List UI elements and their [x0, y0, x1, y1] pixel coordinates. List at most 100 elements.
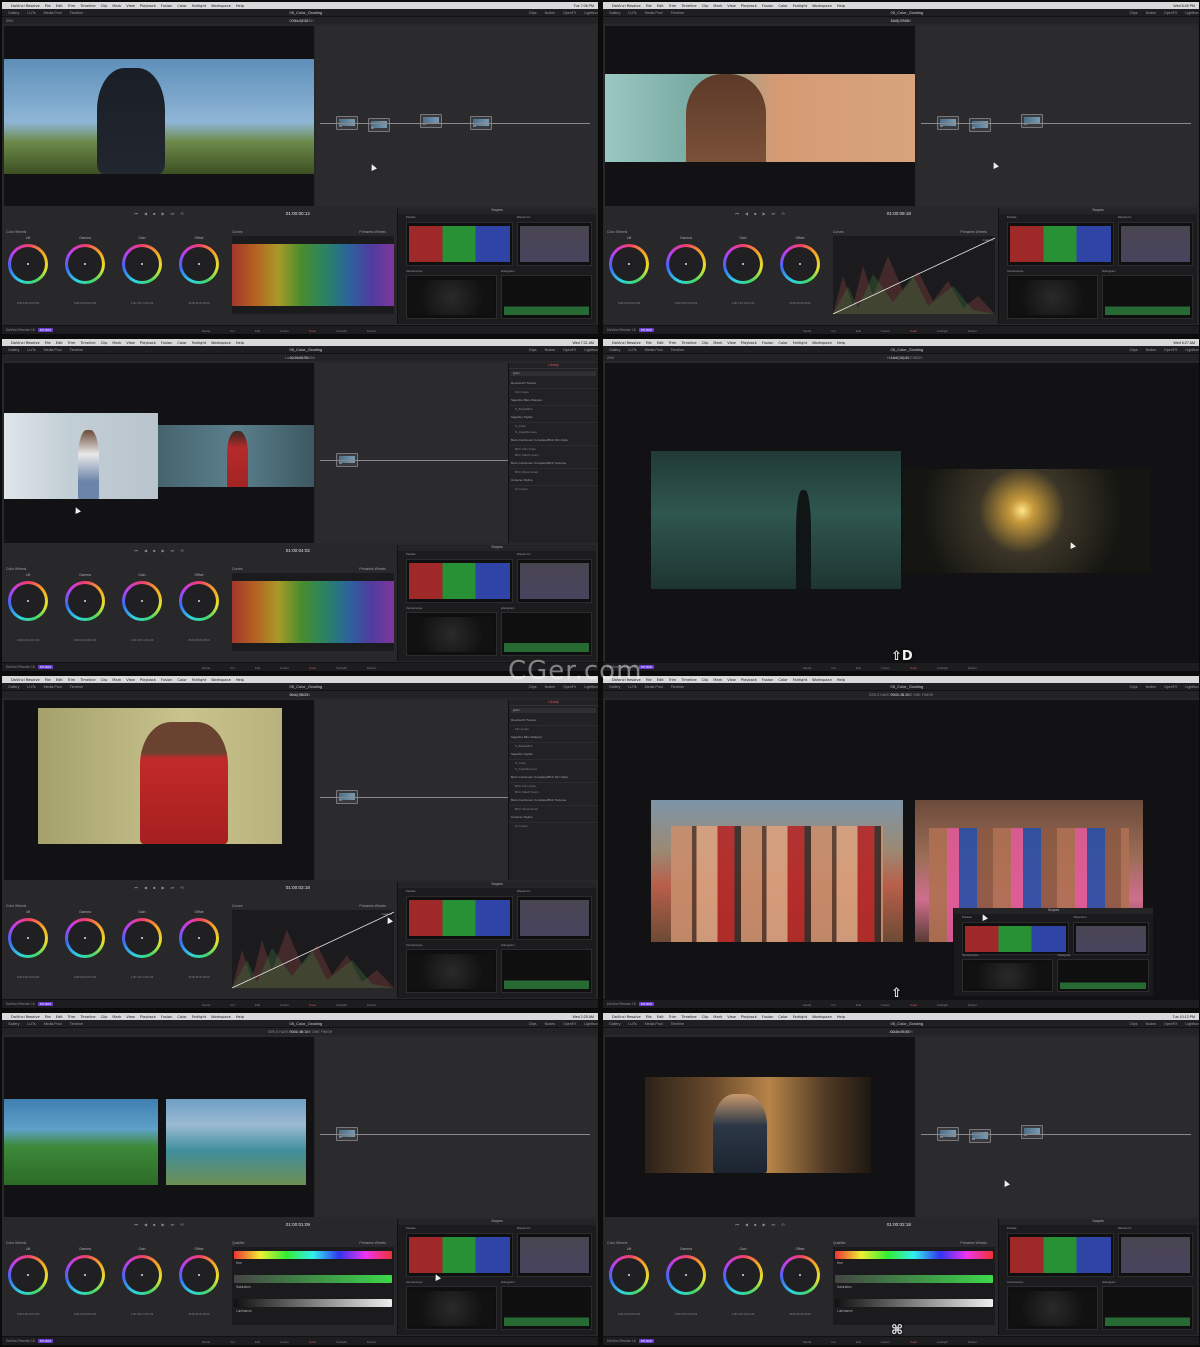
- menu-item[interactable]: DaVinci Resolve: [612, 4, 641, 8]
- menu-item[interactable]: Edit: [56, 1015, 63, 1019]
- transport-button[interactable]: ⏭: [772, 1222, 776, 1227]
- menu-item[interactable]: Help: [837, 341, 845, 345]
- page-tab-color[interactable]: Color: [309, 329, 316, 333]
- library-category[interactable]: Sapphire Stylize: [509, 412, 598, 423]
- wheel-puck[interactable]: [141, 1274, 143, 1276]
- menu-item[interactable]: Playback: [140, 4, 156, 8]
- menu-item[interactable]: Color: [177, 4, 186, 8]
- transport-button[interactable]: ⏮: [134, 885, 138, 890]
- scope-parade[interactable]: [1006, 1233, 1114, 1278]
- menu-item[interactable]: Playback: [741, 341, 757, 345]
- toolbar-button[interactable]: Nodes: [545, 1022, 555, 1026]
- wheel-puck[interactable]: [628, 1274, 630, 1276]
- toolbar-button[interactable]: Media Pool: [44, 11, 62, 15]
- menu-item[interactable]: Help: [236, 1015, 244, 1019]
- toolbar-button[interactable]: LUTs: [27, 11, 35, 15]
- scope-histogram[interactable]: [1057, 959, 1149, 993]
- page-tab-deliver[interactable]: Deliver: [367, 1003, 376, 1007]
- color-wheel-gain[interactable]: [723, 1255, 763, 1295]
- toolbar-button[interactable]: Clips: [529, 1022, 537, 1026]
- page-tab-cut[interactable]: Cut: [230, 1003, 235, 1007]
- transport-button[interactable]: ⟲: [180, 885, 183, 890]
- page-tab-color[interactable]: Color: [309, 666, 316, 670]
- menu-item[interactable]: Fairlight: [192, 341, 206, 345]
- page-tab-fairlight[interactable]: Fairlight: [937, 666, 948, 670]
- transport-button[interactable]: ⏭: [171, 885, 175, 890]
- color-wheel-gain[interactable]: [122, 244, 162, 284]
- toolbar-button[interactable]: Lightbox: [1185, 348, 1199, 352]
- toolbar-button[interactable]: Lightbox: [584, 348, 598, 352]
- curves-graph[interactable]: Custom: [232, 910, 394, 988]
- transport-button[interactable]: ▶: [763, 211, 766, 216]
- color-wheel-gain[interactable]: [122, 918, 162, 958]
- toolbar-button[interactable]: Gallery: [609, 348, 620, 352]
- toolbar-button[interactable]: Media Pool: [44, 1022, 62, 1026]
- zoom-level[interactable]: 39%: [6, 19, 13, 23]
- page-tab-fairlight[interactable]: Fairlight: [336, 1003, 347, 1007]
- color-node[interactable]: 03: [1021, 114, 1043, 128]
- page-tab-edit[interactable]: Edit: [255, 329, 260, 333]
- library-category[interactable]: Boris Continuum Complete/BCC Textures: [509, 795, 598, 806]
- color-node[interactable]: 03: [1021, 1125, 1043, 1139]
- transport-button[interactable]: ⏮: [134, 548, 138, 553]
- scope-vectorscope[interactable]: [1006, 275, 1098, 320]
- transport-button[interactable]: ⏮: [735, 211, 739, 216]
- menu-item[interactable]: Playback: [741, 1015, 757, 1019]
- page-tab-media[interactable]: Media: [803, 1340, 811, 1344]
- wheel-puck[interactable]: [141, 263, 143, 265]
- scope-parade[interactable]: [1006, 222, 1114, 267]
- page-tab-edit[interactable]: Edit: [856, 1340, 861, 1344]
- color-wheel-gamma[interactable]: [65, 244, 105, 284]
- menu-item[interactable]: View: [126, 678, 135, 682]
- menu-item[interactable]: File: [646, 678, 652, 682]
- menu-item[interactable]: File: [45, 341, 51, 345]
- menu-item[interactable]: Fairlight: [793, 678, 807, 682]
- toolbar-button[interactable]: LUTs: [628, 11, 636, 15]
- viewer[interactable]: [4, 700, 314, 880]
- menu-item[interactable]: Help: [837, 1015, 845, 1019]
- transport-button[interactable]: ⏭: [171, 211, 175, 216]
- menu-item[interactable]: Trim: [68, 341, 76, 345]
- toolbar-button[interactable]: Clips: [1130, 11, 1138, 15]
- scope-histogram[interactable]: [500, 1286, 593, 1331]
- toolbar-button[interactable]: Clips: [529, 348, 537, 352]
- curves-graph[interactable]: Custom: [833, 236, 995, 314]
- menu-item[interactable]: Mark: [112, 1015, 121, 1019]
- page-tab-fusion[interactable]: Fusion: [280, 329, 289, 333]
- page-tab-fusion[interactable]: Fusion: [280, 1003, 289, 1007]
- node-editor[interactable]: 01: [316, 1037, 596, 1217]
- toolbar-button[interactable]: OpenFX: [563, 1022, 576, 1026]
- menu-item[interactable]: Edit: [657, 1015, 664, 1019]
- library-category[interactable]: Boris Continuum Complete/BCC Textures: [509, 458, 598, 469]
- scope-histogram[interactable]: [500, 275, 593, 320]
- hue-vs-hue-curve[interactable]: [232, 581, 394, 643]
- page-tab-color[interactable]: Color: [309, 1003, 316, 1007]
- wheel-puck[interactable]: [84, 937, 86, 939]
- toolbar-button[interactable]: Nodes: [545, 348, 555, 352]
- toolbar-button[interactable]: OpenFX: [563, 348, 576, 352]
- page-tab-media[interactable]: Media: [803, 1003, 811, 1007]
- toolbar-button[interactable]: Timeline: [70, 348, 83, 352]
- transport-button[interactable]: ◀: [144, 885, 147, 890]
- toolbar-button[interactable]: Gallery: [8, 11, 19, 15]
- color-wheel-offset[interactable]: [179, 918, 219, 958]
- wheel-puck[interactable]: [742, 263, 744, 265]
- color-node[interactable]: 02: [969, 118, 991, 132]
- page-tab-deliver[interactable]: Deliver: [367, 1340, 376, 1344]
- menu-item[interactable]: Clip: [101, 1015, 108, 1019]
- toolbar-button[interactable]: Timeline: [671, 11, 684, 15]
- transport-button[interactable]: ◀: [144, 1222, 147, 1227]
- toolbar-button[interactable]: Media Pool: [645, 348, 663, 352]
- menu-item[interactable]: Help: [236, 341, 244, 345]
- toolbar-button[interactable]: Timeline: [671, 348, 684, 352]
- color-wheel-gamma[interactable]: [65, 918, 105, 958]
- scope-waveform[interactable]: [1117, 222, 1194, 267]
- transport-button[interactable]: ◀: [144, 548, 147, 553]
- menu-item[interactable]: Fusion: [762, 341, 774, 345]
- menu-item[interactable]: Workspace: [812, 678, 832, 682]
- page-tab-deliver[interactable]: Deliver: [367, 666, 376, 670]
- page-tab-media[interactable]: Media: [803, 329, 811, 333]
- color-wheel-gamma[interactable]: [65, 1255, 105, 1295]
- color-wheel-lift[interactable]: [8, 918, 48, 958]
- toolbar-button[interactable]: Gallery: [8, 348, 19, 352]
